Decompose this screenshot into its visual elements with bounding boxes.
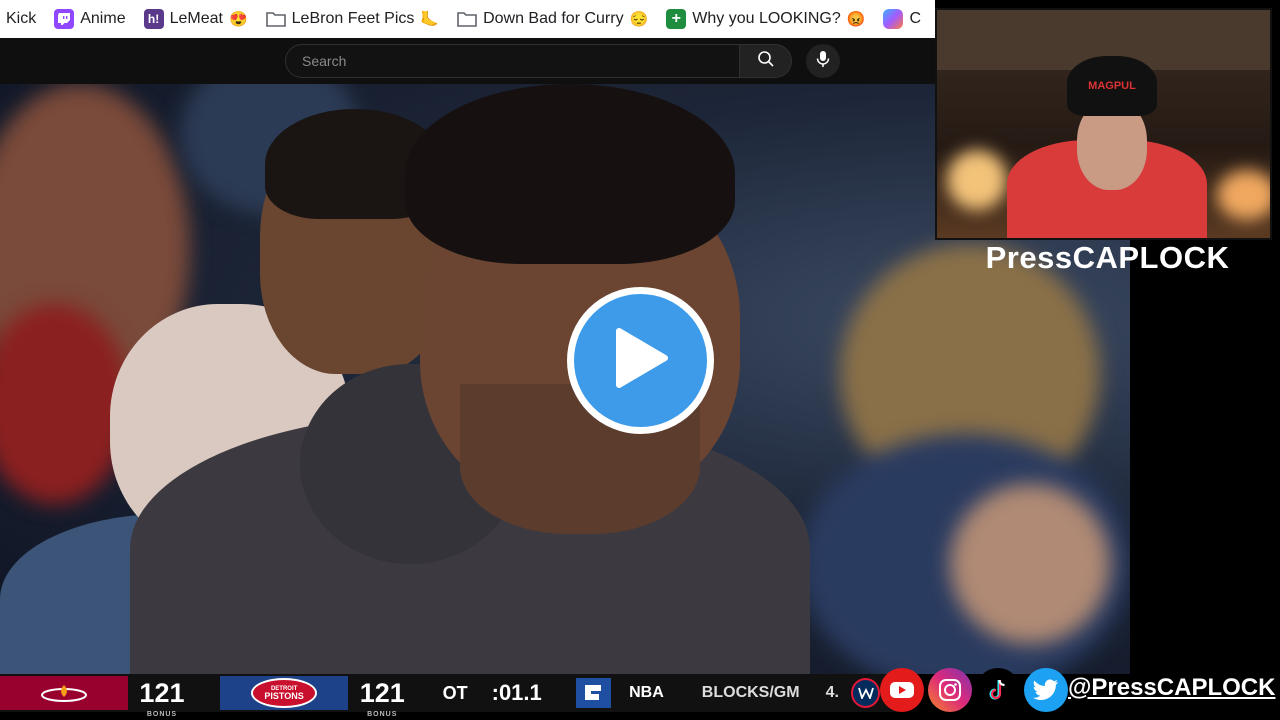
bookmark-lemeat[interactable]: h! LeMeat 😍 [143, 9, 248, 29]
scoreboard-bar: 121 BONUS DETROIT PISTONS 121 BONUS OT :… [0, 674, 900, 718]
youtube-header [0, 38, 935, 84]
bookmark-lebron-folder[interactable]: LeBron Feet Pics 🦶 [265, 9, 440, 29]
h-icon: h! [143, 9, 164, 29]
heart-eyes-emoji: 😍 [228, 11, 248, 28]
bookmark-label: LeMeat [169, 10, 223, 27]
bookmark-why-looking[interactable]: + Why you LOOKING? 😡 [666, 9, 865, 29]
pistons-logo-bottom: PISTONS [264, 690, 304, 701]
bookmark-curry-folder[interactable]: Down Bad for Curry 😔 [457, 9, 648, 29]
wizards-logo-icon [850, 678, 881, 708]
search-box[interactable] [285, 44, 740, 78]
stat-label: BLOCKS/GM [701, 684, 800, 701]
sponsor-logo-icon [575, 678, 612, 708]
webcam-scene: MAGPUL [937, 10, 1270, 238]
instagram-icon [928, 668, 972, 712]
league-label: NBA [629, 684, 664, 701]
game-period: OT [442, 682, 468, 703]
youtube-icon [880, 668, 924, 712]
foot-emoji: 🦶 [420, 11, 440, 28]
away-score-value: 121 [359, 677, 405, 708]
bookmark-label: Kick [6, 10, 37, 27]
social-handle[interactable]: @PressCAPLOCK [1068, 674, 1275, 702]
streamer-name: PressCAPLOCK [985, 240, 1230, 275]
away-team-logo: DETROIT PISTONS [220, 676, 348, 710]
microphone-icon [816, 50, 830, 73]
home-team-logo [0, 676, 128, 710]
bookmark-label: LeBron Feet Pics [291, 10, 415, 27]
twitter-icon [1024, 668, 1068, 712]
bookmark-anime[interactable]: Anime [54, 9, 126, 29]
bookmarks-bar: Kick Anime h! LeMeat 😍 LeBron Feet Pics … [0, 0, 935, 38]
pensive-emoji: 😔 [629, 11, 649, 28]
play-button[interactable] [567, 287, 714, 434]
cap-logo-text: MAGPUL [1088, 80, 1136, 92]
voice-search-button[interactable] [806, 44, 840, 78]
home-score-value: 121 [139, 677, 185, 708]
search-button[interactable] [739, 44, 792, 78]
home-score: 121 BONUS [128, 677, 197, 718]
play-icon [611, 325, 671, 396]
social-links [880, 666, 1068, 714]
bookmark-label: Anime [80, 10, 126, 27]
game-clock: :01.1 [491, 680, 542, 705]
tiktok-icon [976, 668, 1020, 712]
home-bonus: BONUS [146, 710, 178, 718]
angry-emoji: 😡 [846, 11, 866, 28]
bookmark-label: C [909, 10, 922, 27]
plus-icon: + [666, 9, 687, 29]
stat-rank: 4. [825, 684, 839, 701]
folder-icon [265, 9, 286, 29]
away-bonus: BONUS [367, 710, 398, 718]
search-icon [757, 50, 775, 73]
copilot-icon [883, 9, 904, 29]
search-input[interactable] [302, 53, 739, 69]
bookmark-kick[interactable]: Kick [6, 10, 36, 28]
away-score: 121 BONUS [348, 677, 417, 718]
bookmark-label: Why you LOOKING? [692, 10, 841, 27]
folder-icon [457, 9, 477, 29]
twitch-icon [54, 9, 75, 29]
bookmark-copilot[interactable]: C [883, 9, 921, 29]
bookmark-label: Down Bad for Curry [483, 10, 624, 27]
webcam-overlay: MAGPUL [935, 8, 1272, 240]
